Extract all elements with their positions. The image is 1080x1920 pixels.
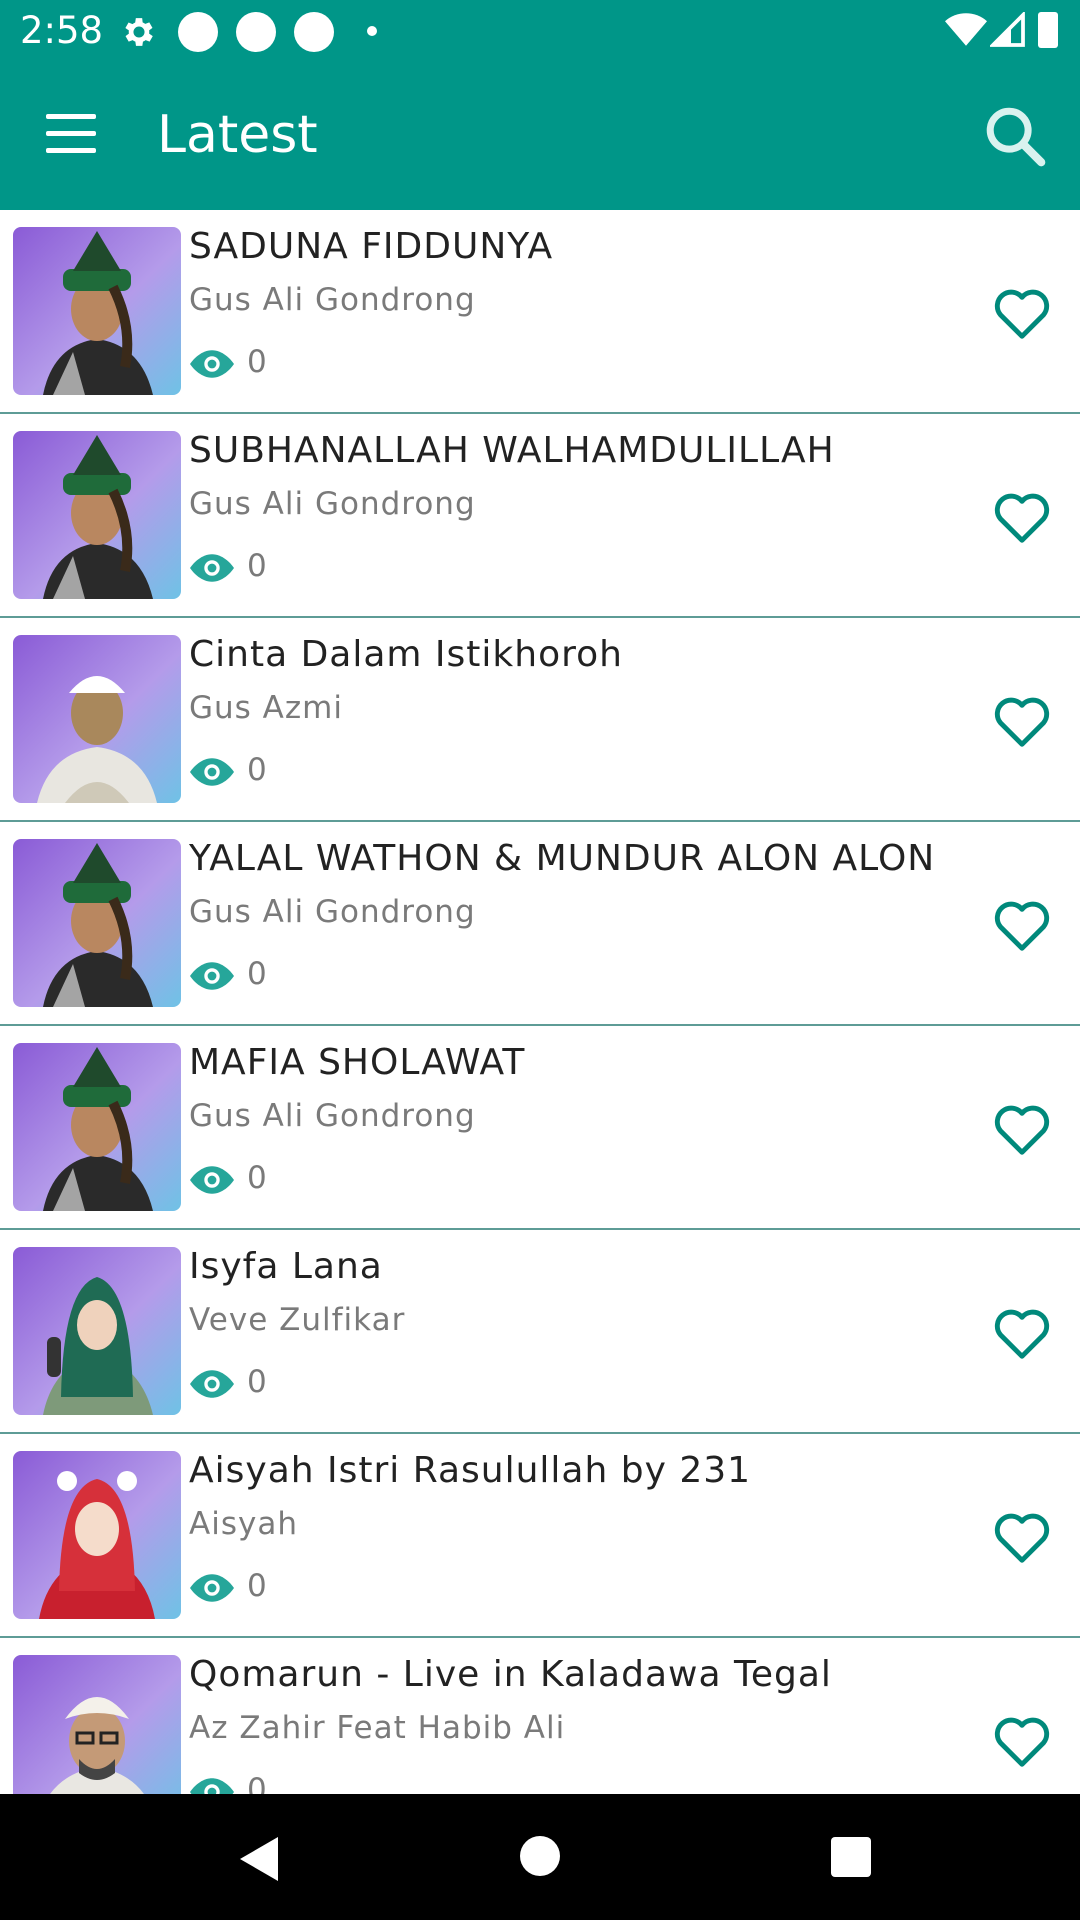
eye-icon [190,554,234,582]
system-nav-bar [0,1794,1080,1920]
app-bar: Latest [0,63,1080,210]
song-title: YALAL WATHON & MUNDUR ALON ALON [189,838,936,879]
view-count: 0 [247,1772,267,1794]
view-count: 0 [247,1364,267,1400]
song-list-item[interactable]: Aisyah Istri Rasulullah by 231 Aisyah 0 [0,1434,1080,1638]
song-title: Aisyah Istri Rasulullah by 231 [189,1450,752,1491]
view-count: 0 [247,956,267,992]
eye-icon [190,962,234,990]
notification-dot-icon [236,12,276,52]
song-thumbnail [13,1655,181,1794]
view-count: 0 [247,344,267,380]
song-artist: Az Zahir Feat Habib Ali [189,1710,566,1746]
song-thumbnail [13,431,181,599]
song-artist: Veve Zulfikar [189,1302,406,1338]
song-artist: Gus Azmi [189,690,343,726]
eye-icon [190,1166,234,1194]
song-thumbnail [13,227,181,395]
notification-dot-icon [294,12,334,52]
song-title: SADUNA FIDDUNYA [189,226,554,267]
song-artist: Gus Ali Gondrong [189,282,476,318]
eye-icon [190,1370,234,1398]
heart-icon[interactable] [992,490,1052,544]
song-artist: Gus Ali Gondrong [189,894,476,930]
song-title: SUBHANALLAH WALHAMDULILLAH [189,430,835,471]
song-artist: Aisyah [189,1506,298,1542]
status-bar: 2:58 [0,0,1080,63]
song-artist: Gus Ali Gondrong [189,1098,476,1134]
menu-icon[interactable] [46,114,98,154]
eye-icon [190,1778,234,1794]
eye-icon [190,350,234,378]
view-count: 0 [247,1568,267,1604]
home-icon[interactable] [520,1836,560,1876]
heart-icon[interactable] [992,1306,1052,1360]
wifi-icon [945,13,987,46]
heart-icon[interactable] [992,1510,1052,1564]
notification-dot-icon [178,12,218,52]
eye-icon [190,1574,234,1602]
song-thumbnail [13,1451,181,1619]
song-list-item[interactable]: Isyfa Lana Veve Zulfikar 0 [0,1230,1080,1434]
heart-icon[interactable] [992,1102,1052,1156]
search-icon[interactable] [980,101,1050,171]
song-list-item[interactable]: SADUNA FIDDUNYA Gus Ali Gondrong 0 [0,210,1080,414]
song-list-item[interactable]: Cinta Dalam Istikhoroh Gus Azmi 0 [0,618,1080,822]
song-list-item[interactable]: Qomarun - Live in Kaladawa Tegal Az Zahi… [0,1638,1080,1794]
song-thumbnail [13,1247,181,1415]
small-dot-icon [367,26,377,36]
song-thumbnail [13,839,181,1007]
song-list-item[interactable]: SUBHANALLAH WALHAMDULILLAH Gus Ali Gondr… [0,414,1080,618]
back-icon[interactable] [240,1837,280,1881]
song-title: MAFIA SHOLAWAT [189,1042,526,1083]
eye-icon [190,758,234,786]
view-count: 0 [247,548,267,584]
recents-icon[interactable] [831,1837,871,1877]
gear-icon [125,18,153,46]
view-count: 0 [247,752,267,788]
song-title: Isyfa Lana [189,1246,383,1287]
song-thumbnail [13,635,181,803]
song-list-item[interactable]: YALAL WATHON & MUNDUR ALON ALON Gus Ali … [0,822,1080,1026]
heart-icon[interactable] [992,694,1052,748]
song-list-item[interactable]: MAFIA SHOLAWAT Gus Ali Gondrong 0 [0,1026,1080,1230]
heart-icon[interactable] [992,286,1052,340]
signal-icon [990,12,1025,47]
battery-icon [1038,12,1058,48]
heart-icon[interactable] [992,898,1052,952]
status-time: 2:58 [20,9,104,52]
song-title: Qomarun - Live in Kaladawa Tegal [189,1654,832,1695]
song-thumbnail [13,1043,181,1211]
page-title: Latest [157,105,318,165]
view-count: 0 [247,1160,267,1196]
song-title: Cinta Dalam Istikhoroh [189,634,623,675]
heart-icon[interactable] [992,1714,1052,1768]
song-artist: Gus Ali Gondrong [189,486,476,522]
song-list: SADUNA FIDDUNYA Gus Ali Gondrong 0 SUBHA… [0,210,1080,1794]
